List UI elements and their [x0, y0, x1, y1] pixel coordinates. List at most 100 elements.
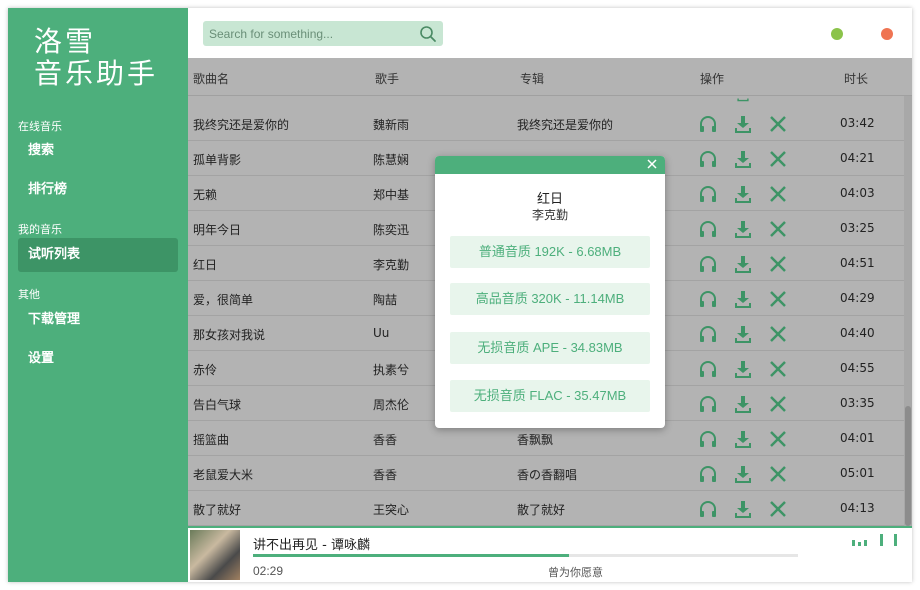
table-header: 歌曲名 歌手 专辑 操作 时长 — [188, 58, 912, 96]
song-name: 赤伶 — [193, 363, 218, 377]
table-row[interactable]: 散了就好 王突心 散了就好 04:13 — [188, 491, 906, 526]
close-icon[interactable] — [768, 429, 788, 449]
song-artist: Uu — [373, 326, 390, 340]
close-icon[interactable] — [768, 219, 788, 239]
song-album: 我终究还是爱你的 — [517, 118, 614, 132]
headphones-icon[interactable] — [698, 499, 718, 519]
headphones-icon[interactable] — [698, 149, 718, 169]
row-actions — [698, 499, 788, 519]
sidebar-item-playlist[interactable]: 试听列表 — [18, 238, 178, 272]
row-actions — [698, 254, 788, 274]
song-duration: 03:35 — [840, 396, 875, 410]
row-actions — [698, 184, 788, 204]
download-icon[interactable] — [733, 359, 753, 379]
progress-fill — [253, 554, 570, 557]
album-cover[interactable] — [190, 530, 240, 580]
sidebar-item-settings[interactable]: 设置 — [18, 342, 178, 376]
dialog-header — [435, 156, 665, 174]
row-actions — [698, 324, 788, 344]
song-name: 那女孩对我说 — [193, 328, 266, 342]
headphones-icon[interactable] — [698, 429, 718, 449]
song-artist: 陶喆 — [373, 293, 398, 307]
download-icon[interactable] — [733, 429, 753, 449]
progress-bar[interactable] — [253, 554, 798, 557]
headphones-icon[interactable] — [698, 359, 718, 379]
headphones-icon[interactable] — [698, 464, 718, 484]
sidebar-item-charts[interactable]: 排行榜 — [18, 173, 178, 207]
song-duration: 04:13 — [840, 501, 875, 515]
headphones-icon[interactable] — [698, 254, 718, 274]
current-lyric: 曾为你愿意 — [548, 566, 603, 579]
download-icon[interactable] — [733, 324, 753, 344]
download-icon[interactable] — [733, 289, 753, 309]
download-icon[interactable] — [733, 184, 753, 204]
download-quality-dialog: 红日 李克勤 普通音质 192K - 6.68MB 高品音质 320K - 11… — [435, 156, 665, 428]
close-icon[interactable] — [768, 464, 788, 484]
app-logo: 洛雪 音乐助手 — [34, 26, 158, 90]
dialog-song-artist: 李克勤 — [531, 208, 568, 222]
row-actions — [698, 359, 788, 379]
headphones-icon[interactable] — [698, 324, 718, 344]
quality-option-320k[interactable]: 高品音质 320K - 11.14MB — [450, 283, 650, 315]
song-artist: 陈慧娴 — [373, 153, 410, 167]
download-icon[interactable] — [733, 499, 753, 519]
song-duration: 05:01 — [840, 466, 875, 480]
headphones-icon[interactable] — [698, 219, 718, 239]
minimize-button[interactable] — [831, 28, 843, 40]
song-duration: 03:25 — [840, 221, 875, 235]
headphones-icon[interactable] — [698, 289, 718, 309]
search-input[interactable] — [209, 24, 409, 43]
quality-option-192k[interactable]: 普通音质 192K - 6.68MB — [450, 236, 650, 268]
sidebar-item-search[interactable]: 搜索 — [18, 134, 178, 168]
close-icon[interactable] — [768, 114, 788, 134]
download-icon[interactable] — [733, 149, 753, 169]
now-playing-title: 讲不出再见 - 谭咏麟 — [253, 538, 370, 553]
download-icon[interactable] — [733, 114, 753, 134]
table-scrollbar[interactable] — [904, 96, 912, 526]
quality-option-ape[interactable]: 无损音质 APE - 34.83MB — [450, 332, 650, 364]
app-window: 洛雪 音乐助手 在线音乐 搜索 排行榜 我的音乐 试听列表 其他 下载管理 设置… — [8, 8, 912, 582]
close-icon[interactable] — [768, 254, 788, 274]
quality-option-flac[interactable]: 无损音质 FLAC - 35.47MB — [450, 380, 650, 412]
close-icon[interactable] — [768, 184, 788, 204]
download-icon[interactable] — [733, 254, 753, 274]
headphones-icon[interactable] — [698, 114, 718, 134]
song-duration: 04:01 — [840, 431, 875, 445]
search-icon[interactable] — [419, 25, 437, 43]
song-name: 爱，很简单 — [193, 293, 254, 307]
current-time: 02:29 — [253, 564, 284, 578]
close-window-button[interactable] — [881, 28, 893, 40]
song-list-panel: 歌曲名 歌手 专辑 操作 时长 我终究还是爱你的 魏新雨 我终究还是爱你的 03:42… — [188, 58, 912, 526]
song-artist: 王突心 — [373, 503, 410, 517]
song-artist: 香香 — [373, 433, 398, 447]
close-icon[interactable] — [768, 359, 788, 379]
song-artist: 李克勤 — [373, 258, 410, 272]
nav-section-other: 其他 — [18, 288, 40, 301]
table-row-partial — [188, 96, 912, 106]
song-artist: 魏新雨 — [373, 118, 410, 132]
close-icon[interactable] — [768, 149, 788, 169]
headphones-icon[interactable] — [698, 184, 718, 204]
close-icon[interactable] — [768, 289, 788, 309]
download-icon[interactable] — [733, 219, 753, 239]
scrollbar-thumb[interactable] — [905, 406, 911, 526]
table-row[interactable]: 我终究还是爱你的 魏新雨 我终究还是爱你的 03:42 — [188, 106, 906, 141]
header-song-name: 歌曲名 — [193, 72, 230, 86]
close-icon[interactable] — [768, 394, 788, 414]
close-icon[interactable] — [645, 157, 659, 171]
download-icon[interactable] — [733, 394, 753, 414]
table-row[interactable]: 老鼠爱大米 香香 香の香翻唱 05:01 — [188, 456, 906, 491]
song-album: 香の香翻唱 — [517, 468, 578, 482]
headphones-icon[interactable] — [698, 394, 718, 414]
sidebar-item-downloads[interactable]: 下载管理 — [18, 303, 178, 337]
song-name: 告白气球 — [193, 398, 242, 412]
song-album: 散了就好 — [517, 503, 566, 517]
download-icon[interactable] — [733, 464, 753, 484]
close-icon[interactable] — [768, 324, 788, 344]
top-bar — [188, 8, 912, 58]
song-duration: 04:55 — [840, 361, 875, 375]
song-name: 无赖 — [193, 188, 218, 202]
song-name: 红日 — [193, 258, 218, 272]
row-actions — [698, 114, 788, 134]
close-icon[interactable] — [768, 499, 788, 519]
